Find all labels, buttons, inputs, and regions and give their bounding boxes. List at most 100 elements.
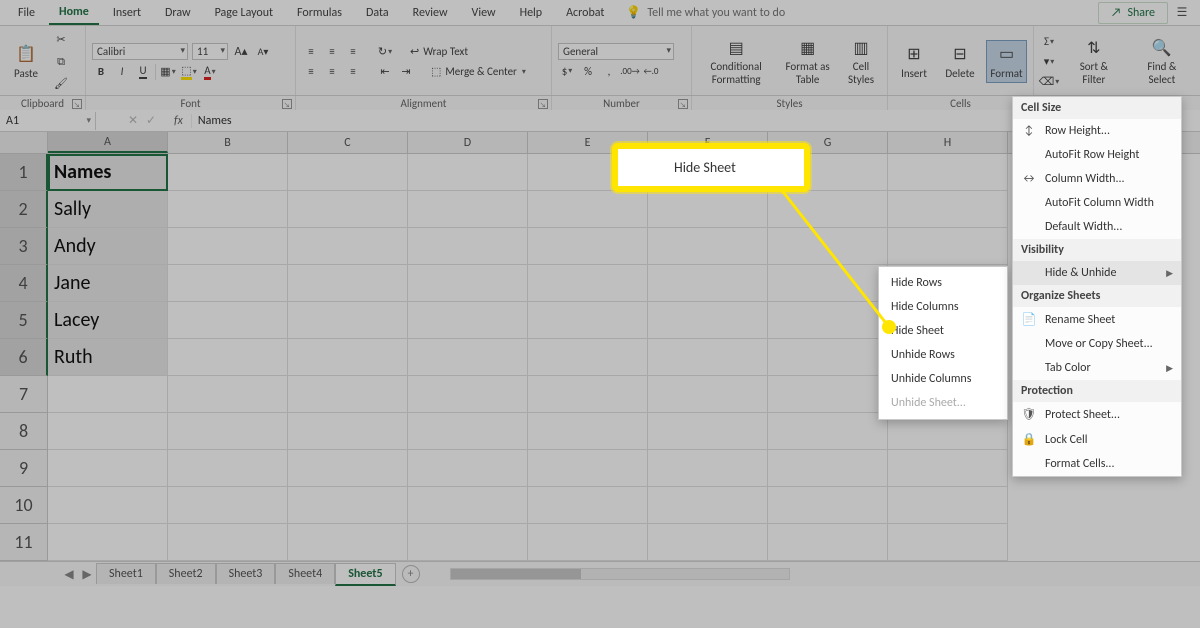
align-left-button[interactable]: ≡ (302, 63, 320, 81)
col-header-a[interactable]: A (48, 132, 168, 153)
font-color-button[interactable]: A (201, 63, 219, 81)
cell[interactable] (288, 302, 408, 339)
cell[interactable] (888, 228, 1008, 265)
cell[interactable] (48, 487, 168, 524)
fill-button[interactable]: ▾ (1040, 53, 1058, 71)
cell[interactable]: Ruth (48, 339, 168, 376)
row-header[interactable]: 5 (0, 302, 48, 339)
font-name-select[interactable]: Calibri (92, 43, 188, 60)
row-header[interactable]: 1 (0, 154, 48, 191)
decrease-decimal-button[interactable]: ←.0 (642, 62, 660, 80)
clear-button[interactable]: ⌫ (1040, 73, 1058, 91)
bold-button[interactable]: B (92, 63, 110, 81)
cell[interactable] (288, 191, 408, 228)
cell[interactable] (48, 376, 168, 413)
number-format-select[interactable]: General (558, 43, 674, 60)
sheet-tab[interactable]: Sheet1 (96, 563, 156, 584)
sheet-tab[interactable]: Sheet2 (156, 563, 216, 584)
cell[interactable] (768, 265, 888, 302)
cell[interactable] (768, 487, 888, 524)
row-header[interactable]: 10 (0, 487, 48, 524)
cell[interactable] (288, 376, 408, 413)
cell[interactable]: Jane (48, 265, 168, 302)
cell[interactable] (288, 265, 408, 302)
cell[interactable] (888, 191, 1008, 228)
cell[interactable] (408, 265, 528, 302)
font-size-select[interactable]: 11 (192, 43, 228, 60)
cell[interactable]: Names (48, 154, 168, 191)
cell[interactable] (648, 302, 768, 339)
sheet-nav-prev[interactable]: ◀ (60, 567, 78, 582)
cell[interactable] (288, 524, 408, 561)
align-center-button[interactable]: ≡ (323, 63, 341, 81)
cell[interactable] (168, 450, 288, 487)
cell-styles-button[interactable]: ▥Cell Styles (841, 35, 881, 87)
merge-center-button[interactable]: ⬚Merge & Center (429, 63, 528, 80)
tab-data[interactable]: Data (356, 2, 399, 24)
row-header[interactable]: 7 (0, 376, 48, 413)
cell[interactable] (528, 228, 648, 265)
share-button[interactable]: ↗ Share (1098, 2, 1168, 24)
cell[interactable] (648, 450, 768, 487)
cell[interactable] (528, 265, 648, 302)
cell[interactable] (768, 302, 888, 339)
shrink-font-button[interactable]: A▾ (254, 43, 272, 61)
col-header-d[interactable]: D (408, 132, 528, 153)
paste-button[interactable]: 📋 Paste (6, 41, 46, 82)
align-top-button[interactable]: ≡ (302, 43, 320, 61)
cell[interactable] (648, 524, 768, 561)
tab-home[interactable]: Home (49, 1, 99, 25)
new-sheet-button[interactable]: + (402, 565, 420, 583)
delete-cells-button[interactable]: ⊟Delete (940, 41, 980, 82)
menu-hide-rows[interactable]: Hide Rows (879, 271, 1007, 295)
cell[interactable] (528, 487, 648, 524)
alignment-dialog-launcher[interactable]: ↘ (538, 99, 548, 109)
cell[interactable] (408, 154, 528, 191)
cell[interactable] (48, 450, 168, 487)
cell[interactable] (168, 487, 288, 524)
menu-autofit-col[interactable]: AutoFit Column Width (1013, 191, 1181, 215)
tab-insert[interactable]: Insert (103, 2, 151, 24)
cell[interactable] (168, 265, 288, 302)
row-header[interactable]: 2 (0, 191, 48, 228)
cell[interactable] (648, 265, 768, 302)
menu-hide-sheet[interactable]: Hide Sheet (879, 319, 1007, 343)
cell[interactable] (528, 376, 648, 413)
font-dialog-launcher[interactable]: ↘ (282, 99, 292, 109)
menu-default-width[interactable]: Default Width... (1013, 215, 1181, 239)
increase-decimal-button[interactable]: .00→ (621, 62, 639, 80)
cell[interactable] (528, 302, 648, 339)
cell[interactable] (168, 228, 288, 265)
tab-file[interactable]: File (8, 2, 45, 24)
cell[interactable] (768, 524, 888, 561)
orientation-button[interactable]: ↻ (376, 43, 394, 61)
increase-indent-button[interactable]: ⇥ (397, 63, 415, 81)
currency-button[interactable]: $ (558, 62, 576, 80)
cell[interactable] (408, 191, 528, 228)
fill-color-button[interactable]: ⬚ (180, 63, 198, 81)
tab-review[interactable]: Review (403, 2, 458, 24)
insert-cells-button[interactable]: ⊞Insert (894, 41, 934, 82)
menu-unhide-rows[interactable]: Unhide Rows (879, 343, 1007, 367)
col-header-b[interactable]: B (168, 132, 288, 153)
cell[interactable] (528, 450, 648, 487)
select-all-corner[interactable] (0, 132, 48, 153)
cut-button[interactable]: ✂ (52, 31, 70, 49)
row-header[interactable]: 3 (0, 228, 48, 265)
format-painter-button[interactable]: 🖌 (52, 75, 70, 93)
enter-formula-button[interactable]: ✓ (142, 112, 160, 130)
cell[interactable] (528, 191, 648, 228)
menu-autofit-row[interactable]: AutoFit Row Height (1013, 143, 1181, 167)
cell[interactable] (648, 228, 768, 265)
format-as-table-button[interactable]: ▦Format as Table (780, 35, 835, 87)
menu-hide-unhide[interactable]: Hide & Unhide▶ (1013, 261, 1181, 285)
cell[interactable] (528, 524, 648, 561)
cell[interactable] (768, 339, 888, 376)
sheet-nav-next[interactable]: ▶ (78, 567, 96, 582)
clipboard-dialog-launcher[interactable]: ↘ (72, 99, 82, 109)
sheet-tab[interactable]: Sheet4 (275, 563, 335, 584)
cell[interactable] (48, 524, 168, 561)
cell[interactable]: Andy (48, 228, 168, 265)
tab-draw[interactable]: Draw (155, 2, 201, 24)
row-header[interactable]: 9 (0, 450, 48, 487)
